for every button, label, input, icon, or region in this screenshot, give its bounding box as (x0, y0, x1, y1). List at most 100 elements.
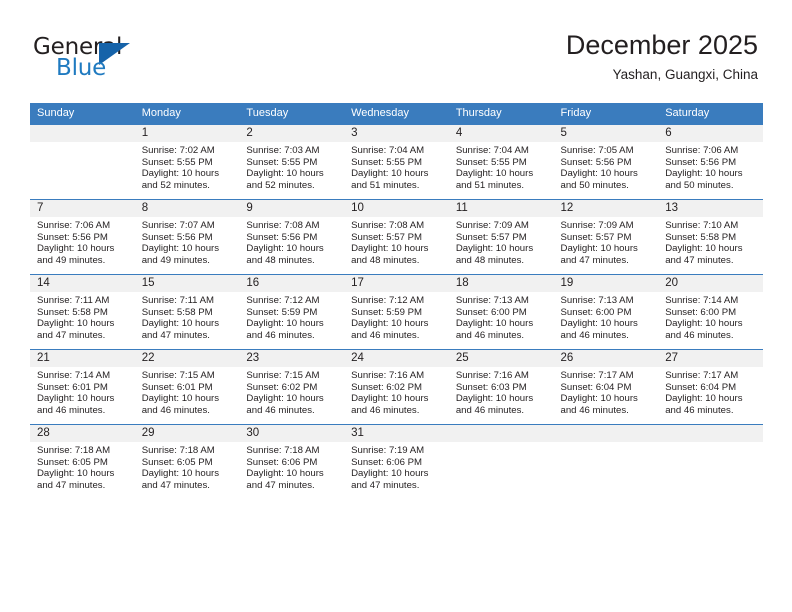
day-details: Sunrise: 7:15 AM Sunset: 6:02 PM Daylight:… (239, 367, 344, 416)
calendar-day-cell[interactable]: 7 Sunrise: 7:06 AM Sunset: 5:56 PM Daylight… (30, 199, 135, 275)
daylight-duration-line1: Daylight: 10 hours (560, 318, 638, 330)
sunrise-time: Sunrise: 7:14 AM (665, 295, 739, 306)
sunset-time: Sunset: 5:56 PM (37, 231, 108, 243)
day-details: Sunrise: 7:06 AM Sunset: 5:56 PM Daylight:… (658, 142, 763, 191)
calendar-day-cell[interactable]: 26 Sunrise: 7:17 AM Sunset: 6:04 PM Dayligh… (553, 349, 659, 425)
calendar-day-cell[interactable]: 10 Sunrise: 7:08 AM Sunset: 5:57 PM Dayligh… (344, 199, 449, 275)
day-number: 21 (30, 350, 135, 367)
sunrise-time: Sunrise: 7:17 AM (560, 370, 634, 381)
calendar-day-cell[interactable]: 22 Sunrise: 7:15 AM Sunset: 6:01 PM Dayligh… (134, 349, 240, 425)
calendar-day-cell-empty (658, 424, 763, 499)
sunrise-time: Sunrise: 7:09 AM (455, 220, 529, 231)
day-details: Sunrise: 7:14 AM Sunset: 6:01 PM Daylight:… (30, 367, 135, 416)
sunset-time: Sunset: 5:57 PM (560, 231, 632, 243)
calendar-day-cell[interactable]: 20 Sunrise: 7:14 AM Sunset: 6:00 PM Dayligh… (658, 274, 763, 350)
sunrise-time: Sunrise: 7:16 AM (351, 370, 425, 381)
calendar-day-cell[interactable]: 17 Sunrise: 7:12 AM Sunset: 5:59 PM Dayligh… (344, 274, 449, 350)
sunrise-time: Sunrise: 7:18 AM (37, 445, 111, 456)
sunset-time: Sunset: 5:56 PM (141, 231, 213, 243)
calendar-day-cell[interactable]: 5 Sunrise: 7:05 AM Sunset: 5:56 PM Daylight… (553, 124, 659, 200)
sunrise-time: Sunrise: 7:15 AM (141, 370, 215, 381)
calendar-day-cell[interactable]: 19 Sunrise: 7:13 AM Sunset: 6:00 PM Dayligh… (553, 274, 659, 350)
calendar-day-cell[interactable]: 23 Sunrise: 7:15 AM Sunset: 6:02 PM Dayligh… (239, 349, 345, 425)
general-blue-logo[interactable]: General Blue (33, 34, 163, 86)
calendar-day-cell[interactable]: 11 Sunrise: 7:09 AM Sunset: 5:57 PM Dayligh… (448, 199, 554, 275)
sunrise-time: Sunrise: 7:10 AM (665, 220, 739, 231)
day-cell-inner: 28 Sunrise: 7:18 AM Sunset: 6:05 PM Dayligh… (30, 425, 135, 499)
calendar-day-cell[interactable]: 28 Sunrise: 7:18 AM Sunset: 6:05 PM Dayligh… (30, 424, 135, 499)
weekday-header-tuesday: Tuesday (239, 103, 345, 125)
calendar-day-cell[interactable]: 24 Sunrise: 7:16 AM Sunset: 6:02 PM Dayligh… (344, 349, 449, 425)
calendar-day-cell[interactable]: 9 Sunrise: 7:08 AM Sunset: 5:56 PM Daylight… (239, 199, 345, 275)
day-cell-inner: 24 Sunrise: 7:16 AM Sunset: 6:02 PM Dayligh… (344, 350, 449, 424)
calendar-day-cell[interactable]: 16 Sunrise: 7:12 AM Sunset: 5:59 PM Dayligh… (239, 274, 345, 350)
daylight-duration-line1: Daylight: 10 hours (246, 318, 324, 330)
calendar-week-row: 14 Sunrise: 7:11 AM Sunset: 5:58 PM Dayligh… (30, 274, 763, 350)
sunset-time: Sunset: 6:00 PM (665, 306, 737, 318)
day-cell-inner: 18 Sunrise: 7:13 AM Sunset: 6:00 PM Dayligh… (448, 275, 554, 349)
calendar-day-cell[interactable]: 27 Sunrise: 7:17 AM Sunset: 6:04 PM Dayligh… (658, 349, 763, 425)
sunset-time: Sunset: 6:05 PM (37, 456, 108, 468)
daylight-duration-line1: Daylight: 10 hours (246, 468, 324, 480)
daylight-duration-line1: Daylight: 10 hours (351, 318, 429, 330)
day-cell-inner (30, 125, 135, 199)
calendar-page: General Blue December 2025 Yashan, Guang… (0, 0, 792, 612)
daylight-duration-line1: Daylight: 10 hours (37, 318, 115, 330)
sunset-time: Sunset: 6:06 PM (351, 456, 423, 468)
calendar-day-cell[interactable]: 21 Sunrise: 7:14 AM Sunset: 6:01 PM Dayligh… (30, 349, 135, 425)
day-cell-inner: 23 Sunrise: 7:15 AM Sunset: 6:02 PM Dayligh… (239, 350, 345, 424)
daylight-duration-line1: Daylight: 10 hours (351, 168, 429, 180)
calendar-day-cell[interactable]: 25 Sunrise: 7:16 AM Sunset: 6:03 PM Dayligh… (448, 349, 554, 425)
daylight-duration-line2: and 47 minutes. (351, 479, 420, 491)
calendar-day-cell[interactable]: 29 Sunrise: 7:18 AM Sunset: 6:05 PM Dayligh… (134, 424, 240, 499)
calendar-body: 1 Sunrise: 7:02 AM Sunset: 5:55 PM Daylight… (30, 124, 763, 499)
day-cell-inner (448, 425, 554, 499)
calendar-day-cell[interactable]: 14 Sunrise: 7:11 AM Sunset: 5:58 PM Dayligh… (30, 274, 135, 350)
calendar-day-cell[interactable]: 3 Sunrise: 7:04 AM Sunset: 5:55 PM Daylight… (344, 124, 449, 200)
sunset-time: Sunset: 5:59 PM (351, 306, 423, 318)
daylight-duration-line2: and 47 minutes. (141, 479, 210, 491)
calendar-day-cell[interactable]: 4 Sunrise: 7:04 AM Sunset: 5:55 PM Daylight… (448, 124, 554, 200)
day-number: 31 (344, 425, 449, 442)
sunrise-time: Sunrise: 7:19 AM (351, 445, 425, 456)
day-cell-inner: 6 Sunrise: 7:06 AM Sunset: 5:56 PM Daylight… (658, 125, 763, 199)
day-details: Sunrise: 7:16 AM Sunset: 6:03 PM Daylight:… (449, 367, 554, 416)
day-cell-inner: 3 Sunrise: 7:04 AM Sunset: 5:55 PM Daylight… (344, 125, 449, 199)
page-header: General Blue December 2025 Yashan, Guang… (0, 0, 792, 100)
day-details: Sunrise: 7:04 AM Sunset: 5:55 PM Daylight:… (449, 142, 554, 191)
calendar-day-cell[interactable]: 12 Sunrise: 7:09 AM Sunset: 5:57 PM Dayligh… (553, 199, 659, 275)
day-details: Sunrise: 7:13 AM Sunset: 6:00 PM Daylight:… (554, 292, 659, 341)
day-number: 24 (344, 350, 449, 367)
daylight-duration-line2: and 47 minutes. (141, 329, 210, 341)
calendar-day-cell[interactable]: 15 Sunrise: 7:11 AM Sunset: 5:58 PM Dayligh… (134, 274, 240, 350)
day-number: 27 (658, 350, 763, 367)
sunrise-time: Sunrise: 7:17 AM (665, 370, 739, 381)
daylight-duration-line1: Daylight: 10 hours (141, 393, 220, 405)
day-details: Sunrise: 7:18 AM Sunset: 6:06 PM Daylight:… (239, 442, 344, 491)
day-number (553, 425, 659, 442)
calendar-day-cell[interactable]: 13 Sunrise: 7:10 AM Sunset: 5:58 PM Dayligh… (658, 199, 763, 275)
day-cell-inner: 5 Sunrise: 7:05 AM Sunset: 5:56 PM Daylight… (553, 125, 659, 199)
calendar-day-cell[interactable]: 2 Sunrise: 7:03 AM Sunset: 5:55 PM Daylight… (239, 124, 345, 200)
daylight-duration-line2: and 47 minutes. (246, 479, 315, 491)
day-number: 15 (134, 275, 240, 292)
calendar-day-cell[interactable]: 6 Sunrise: 7:06 AM Sunset: 5:56 PM Daylight… (658, 124, 763, 200)
calendar-day-cell[interactable]: 18 Sunrise: 7:13 AM Sunset: 6:00 PM Dayligh… (448, 274, 554, 350)
daylight-duration-line2: and 46 minutes. (351, 404, 420, 416)
daylight-duration-line2: and 48 minutes. (455, 254, 525, 266)
calendar-day-cell[interactable]: 1 Sunrise: 7:02 AM Sunset: 5:55 PM Daylight… (134, 124, 240, 200)
daylight-duration-line2: and 51 minutes. (455, 179, 525, 191)
daylight-duration-line1: Daylight: 10 hours (351, 243, 429, 255)
sunrise-time: Sunrise: 7:11 AM (37, 295, 110, 306)
calendar-day-cell[interactable]: 8 Sunrise: 7:07 AM Sunset: 5:56 PM Daylight… (134, 199, 240, 275)
day-details: Sunrise: 7:17 AM Sunset: 6:04 PM Daylight:… (658, 367, 763, 416)
sunset-time: Sunset: 6:00 PM (560, 306, 632, 318)
sunrise-time: Sunrise: 7:13 AM (455, 295, 529, 306)
calendar-day-cell[interactable]: 31 Sunrise: 7:19 AM Sunset: 6:06 PM Dayligh… (344, 424, 449, 499)
sunrise-time: Sunrise: 7:13 AM (560, 295, 634, 306)
calendar-day-cell[interactable]: 30 Sunrise: 7:18 AM Sunset: 6:06 PM Dayligh… (239, 424, 345, 499)
day-details: Sunrise: 7:02 AM Sunset: 5:55 PM Daylight:… (135, 142, 240, 191)
sunrise-time: Sunrise: 7:08 AM (246, 220, 320, 231)
day-details: Sunrise: 7:10 AM Sunset: 5:58 PM Daylight:… (658, 217, 763, 266)
day-cell-inner: 17 Sunrise: 7:12 AM Sunset: 5:59 PM Dayligh… (344, 275, 449, 349)
